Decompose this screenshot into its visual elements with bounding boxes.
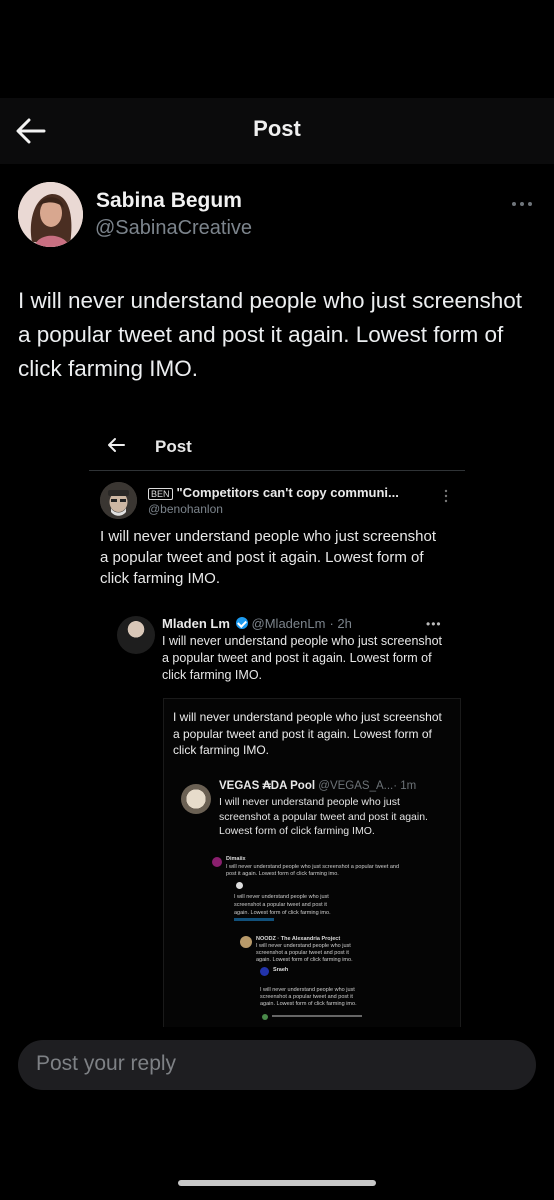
tiny-text-3c: again. Lowest form of click farming imo.: [256, 957, 353, 963]
tiny-text-4a: I will never understand people who just: [260, 987, 355, 993]
nested-more-icon: •••: [426, 617, 442, 631]
tiny-text-2a: I will never understand people who just: [234, 894, 329, 900]
tiny-text-1b: post it again. Lowest form of click farm…: [226, 871, 339, 877]
tiny-text-3b: screenshot a popular tweet and post it: [256, 950, 349, 956]
embedded-back-arrow-icon: [106, 436, 126, 454]
embedded-author-handle: @benohanlon: [148, 502, 223, 516]
tiny-name-4: Sraeh: [273, 967, 289, 973]
divider: [89, 470, 465, 471]
author-handle[interactable]: @SabinaCreative: [95, 217, 252, 240]
embedded-author-name: BEN "Competitors can't copy communi...: [148, 485, 438, 500]
inner-reply-time: · 1m: [393, 780, 417, 792]
tiny-avatar-3: [240, 936, 252, 948]
tiny-name-3: NOODZ · The Alexandria Project: [256, 936, 341, 942]
tiny-screenshot: Dimaiix I will never understand people w…: [210, 854, 450, 1027]
tiny-avatar-5: [262, 1014, 268, 1020]
inner-reply-text: I will never understand people who just …: [219, 796, 428, 837]
embedded-author-badge: BEN: [148, 488, 173, 500]
nested-author-handle: @MladenLm: [251, 616, 326, 631]
tiny-text-1a: I will never understand people who just …: [226, 864, 400, 870]
tiny-text-2c: again. Lowest form of click farming imo.: [234, 910, 331, 916]
tiny-text-3a: I will never understand people who just: [256, 943, 351, 949]
reply-input[interactable]: Post your reply: [36, 1052, 176, 1076]
nested-author-name: Mladen Lm: [162, 616, 230, 631]
nested-author-line: Mladen Lm @MladenLm · 2h: [162, 616, 352, 631]
more-options-icon[interactable]: [510, 196, 534, 206]
top-bar: Post: [0, 98, 554, 164]
embedded-avatar: [100, 482, 137, 519]
nested-time: · 2h: [329, 616, 352, 631]
tiny-avatar-4: [260, 967, 269, 976]
author-name[interactable]: Sabina Begum: [96, 189, 242, 213]
tiny-text-bar: [272, 1015, 362, 1017]
tiny-text-4b: screenshot a popular tweet and post it: [260, 994, 353, 1000]
nested-screenshot: Mladen Lm @MladenLm · 2h ••• I will never…: [111, 610, 465, 1027]
inner-reply-author-line: VEGAS ₳DA Pool @VEGAS_A...· 1m: [219, 780, 416, 792]
embedded-author-name-text: "Competitors can't copy communi...: [176, 485, 399, 500]
embedded-screenshot[interactable]: Post BEN "Competitors can't copy communi.…: [89, 425, 465, 1027]
inner-screenshot: I will never understand people who just …: [163, 698, 461, 1027]
inner-post-text: I will never understand people who just …: [173, 710, 442, 757]
avatar[interactable]: [18, 182, 83, 247]
nested-avatar: [117, 616, 155, 654]
tiny-text-4c: again. Lowest form of click farming imo.: [260, 1001, 357, 1007]
embedded-page-title: Post: [155, 437, 192, 456]
tiny-avatar-2: [236, 882, 243, 889]
tiny-link-bar: [234, 918, 274, 921]
inner-reply-handle: @VEGAS_A...: [318, 780, 394, 792]
post-text: I will never understand people who just …: [18, 288, 523, 381]
post-screen: Post Sabina Begum @SabinaCreative I will…: [0, 0, 554, 1200]
verified-badge-icon: [235, 617, 248, 629]
tiny-text-2b: screenshot a popular tweet and post it: [234, 902, 327, 908]
tiny-avatar-1: [212, 857, 222, 867]
nested-post-text: I will never understand people who just …: [162, 634, 443, 682]
inner-reply-avatar: [181, 784, 211, 814]
home-indicator[interactable]: [178, 1180, 376, 1186]
embedded-post-text: I will never understand people who just …: [100, 528, 437, 587]
inner-reply-author: VEGAS ₳DA Pool: [219, 780, 316, 792]
reply-input-container[interactable]: Post your reply: [18, 1040, 536, 1090]
tiny-name-1: Dimaiix: [226, 856, 246, 862]
page-title: Post: [253, 116, 301, 141]
embedded-more-icon: [444, 488, 448, 504]
